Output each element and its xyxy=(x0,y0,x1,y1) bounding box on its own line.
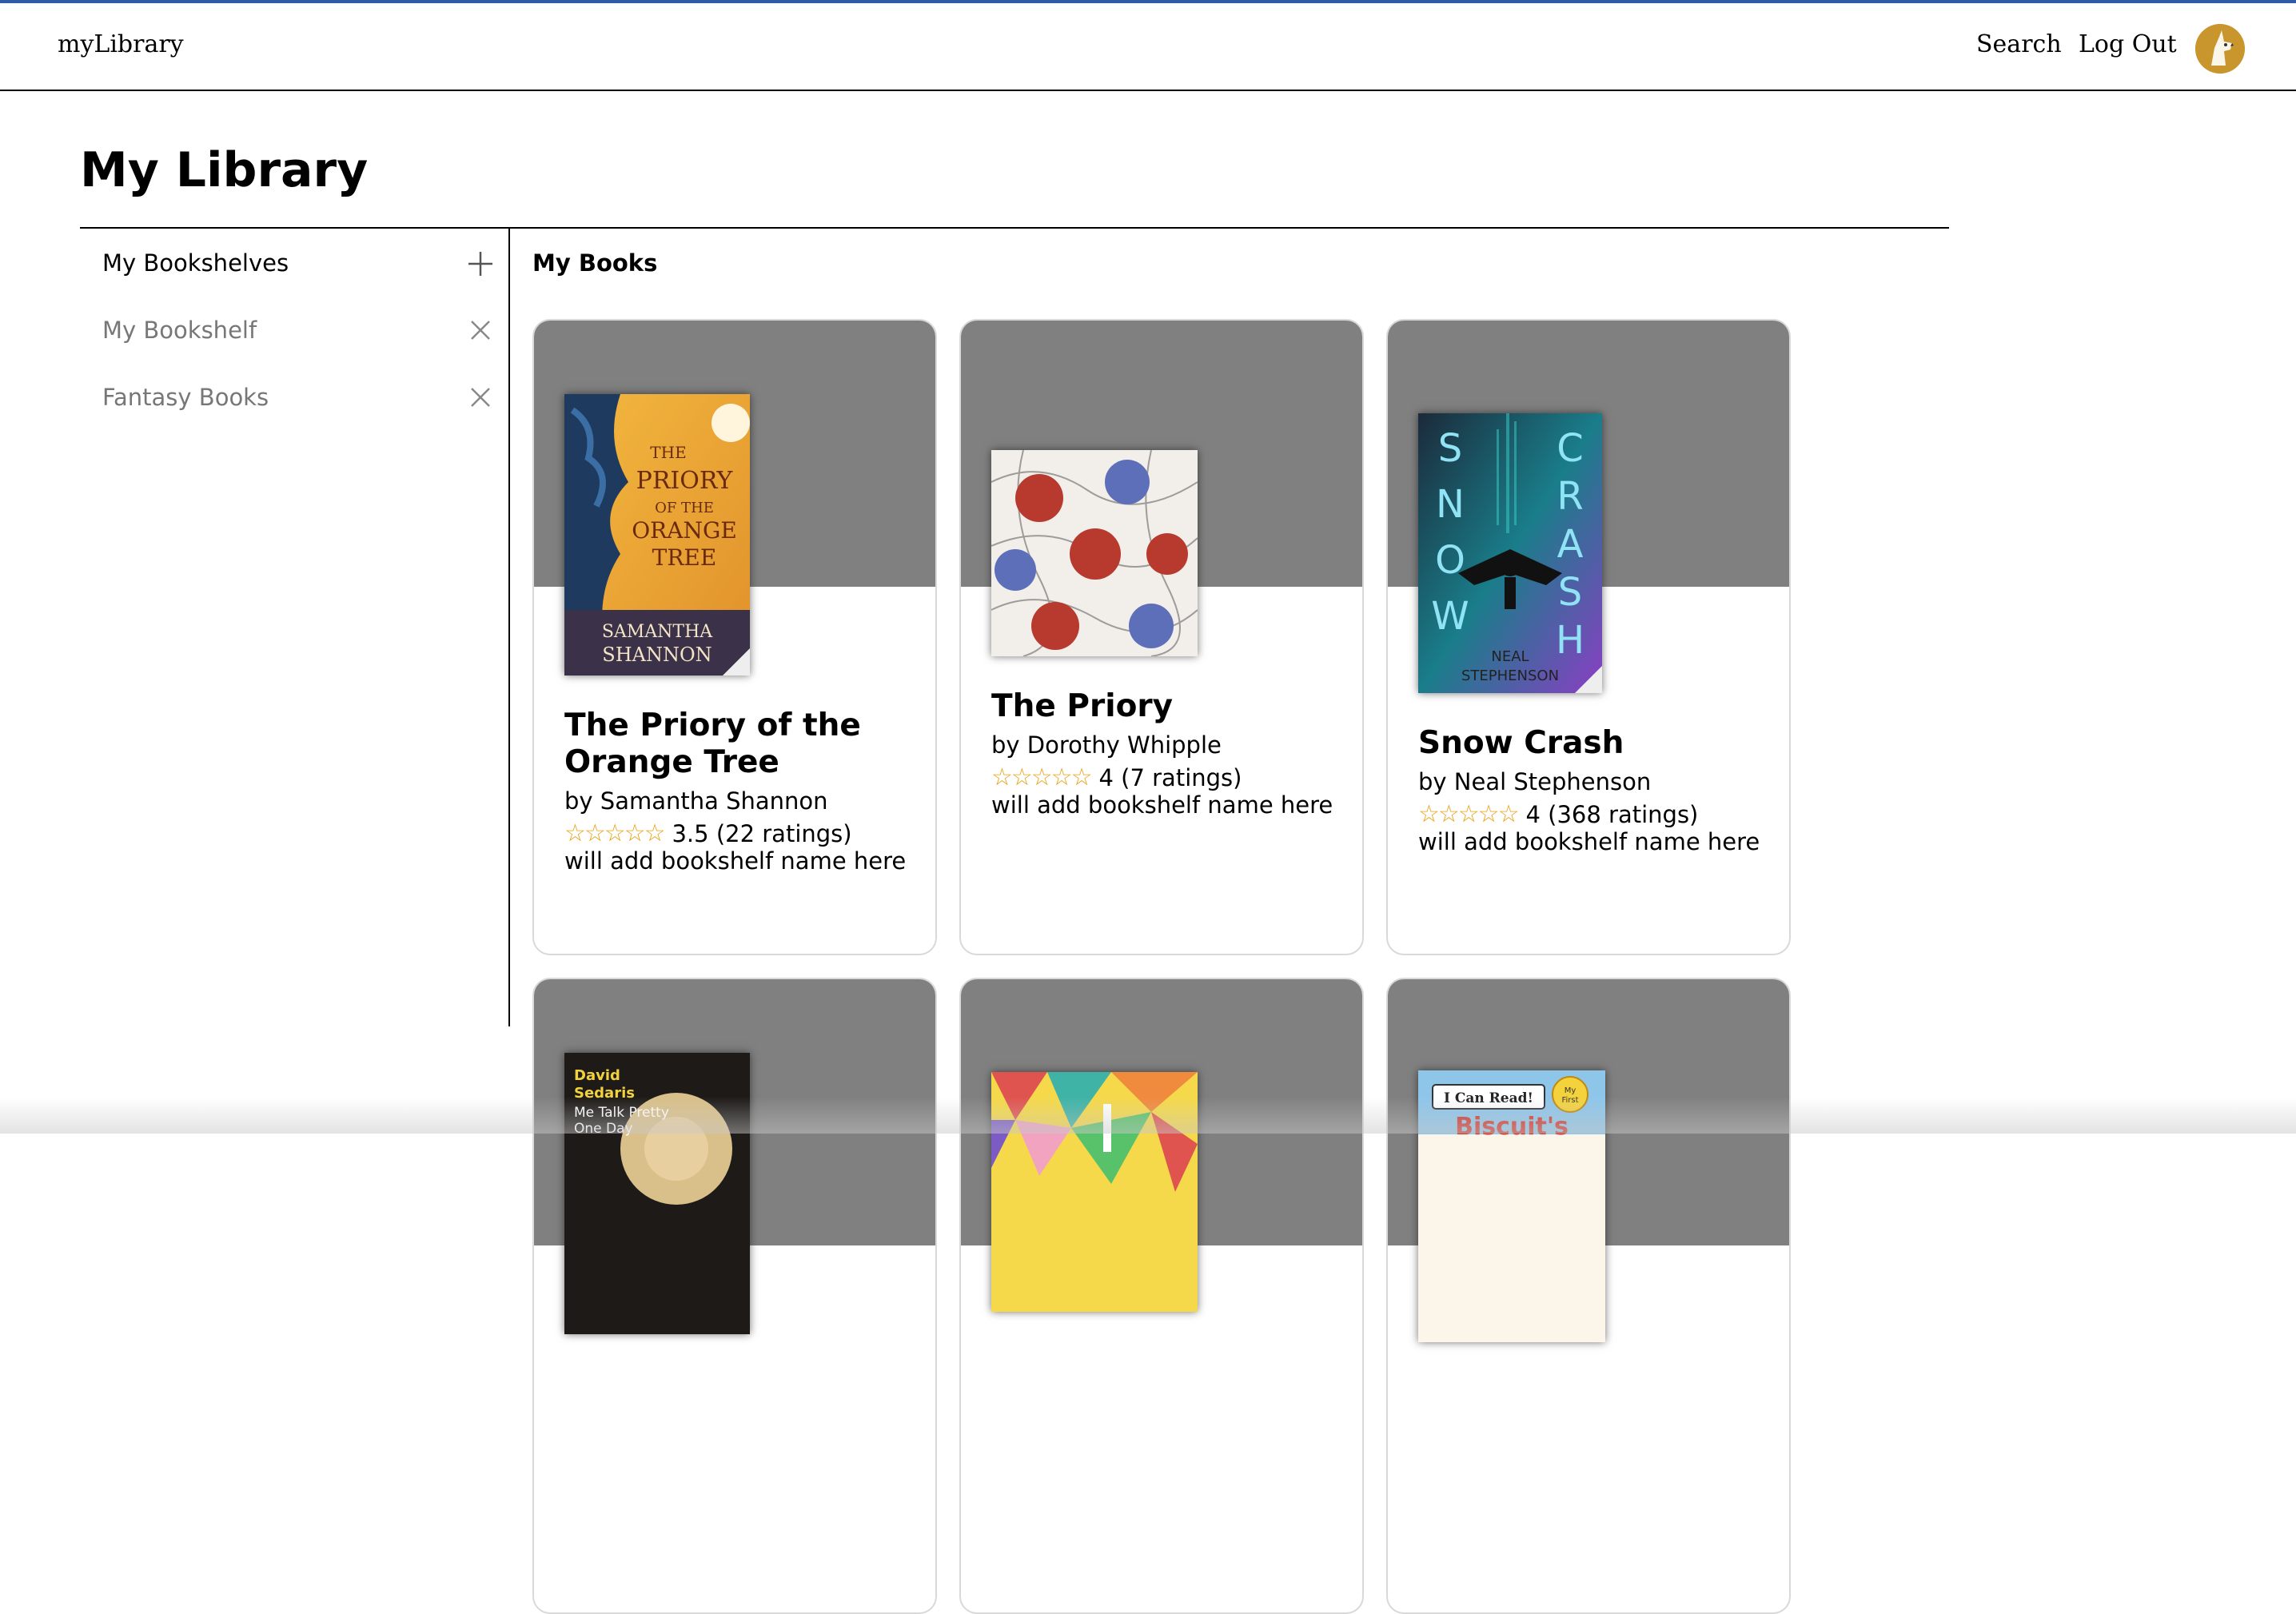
svg-text:C: C xyxy=(1557,426,1584,471)
star-rating-icon[interactable]: ☆☆☆☆☆ xyxy=(1418,800,1519,828)
bookshelf-name: will add bookshelf name here xyxy=(1418,828,1760,855)
book-cover: S N O W C R A S H NEAL STEPHENSON xyxy=(1418,413,1602,693)
book-card[interactable]: THE PRIORY OF THE ORANGE TREE SAMANTHA S… xyxy=(532,319,937,955)
svg-text:S: S xyxy=(1558,570,1582,615)
rating-text: 4 (7 ratings) xyxy=(1098,763,1242,791)
svg-text:ORANGE: ORANGE xyxy=(632,517,737,544)
close-icon[interactable] xyxy=(470,320,491,341)
title-divider xyxy=(80,227,1949,229)
svg-text:TREE: TREE xyxy=(652,544,717,571)
svg-text:One Day: One Day xyxy=(574,1121,633,1137)
search-link[interactable]: Search xyxy=(1976,30,2062,58)
book-title[interactable]: The Priory of the Orange Tree xyxy=(564,707,919,781)
rating-text: 4 (368 ratings) xyxy=(1525,800,1699,828)
svg-text:SHANNON: SHANNON xyxy=(602,644,712,666)
sidebar-divider xyxy=(508,227,510,1026)
brand-logo[interactable]: myLibrary xyxy=(58,30,184,58)
book-author: by Dorothy Whipple xyxy=(991,731,1222,759)
svg-text:My: My xyxy=(1565,1086,1577,1095)
svg-text:W: W xyxy=(1431,594,1469,639)
svg-text:Sedaris: Sedaris xyxy=(574,1085,635,1102)
svg-text:STEPHENSON: STEPHENSON xyxy=(1461,668,1559,684)
book-card[interactable]: S N O W C R A S H NEAL STEPHENSON Snow C… xyxy=(1386,319,1791,955)
svg-text:S: S xyxy=(1438,426,1462,471)
book-card[interactable]: David Sedaris Me Talk Pretty One Day xyxy=(532,978,937,1614)
my-books-header: My Books xyxy=(532,249,658,277)
sidebar-item-my-bookshelf[interactable]: My Bookshelf xyxy=(102,317,257,344)
svg-text:THE: THE xyxy=(650,443,686,462)
book-cover: I Can Read! My First Biscuit's xyxy=(1418,1070,1605,1342)
plus-icon[interactable] xyxy=(467,250,494,277)
star-rating-icon[interactable]: ☆☆☆☆☆ xyxy=(564,819,665,847)
dog-avatar-icon[interactable] xyxy=(2195,24,2245,74)
svg-text:First: First xyxy=(1561,1096,1578,1105)
book-card[interactable]: The Priory by Dorothy Whipple ☆☆☆☆☆ 4 (7… xyxy=(959,319,1364,955)
svg-text:Biscuit's: Biscuit's xyxy=(1455,1113,1569,1141)
close-icon[interactable] xyxy=(470,387,491,408)
star-rating-icon[interactable]: ☆☆☆☆☆ xyxy=(991,763,1092,791)
book-card[interactable]: I Can Read! My First Biscuit's xyxy=(1386,978,1791,1614)
bookshelves-header: My Bookshelves xyxy=(102,249,289,277)
book-title[interactable]: Snow Crash xyxy=(1418,725,1773,762)
svg-text:Me Talk Pretty: Me Talk Pretty xyxy=(574,1105,669,1121)
svg-text:H: H xyxy=(1556,618,1584,663)
book-cover xyxy=(991,450,1198,656)
book-rating: ☆☆☆☆☆ 4 (368 ratings) xyxy=(1418,800,1773,828)
svg-text:O: O xyxy=(1435,538,1465,583)
book-cover: THE PRIORY OF THE ORANGE TREE SAMANTHA S… xyxy=(564,394,750,675)
bookshelf-name: will add bookshelf name here xyxy=(564,847,907,875)
book-info: Snow Crash by Neal Stephenson ☆☆☆☆☆ 4 (3… xyxy=(1418,725,1773,855)
page-title: My Library xyxy=(80,142,369,198)
navbar: myLibrary Search Log Out xyxy=(0,3,2296,91)
book-cover: David Sedaris Me Talk Pretty One Day xyxy=(564,1053,750,1334)
sidebar-item-fantasy-books[interactable]: Fantasy Books xyxy=(102,384,269,411)
book-card[interactable] xyxy=(959,978,1364,1614)
svg-text:I Can Read!: I Can Read! xyxy=(1444,1090,1533,1106)
book-author: by Neal Stephenson xyxy=(1418,768,1652,795)
svg-text:NEAL: NEAL xyxy=(1491,648,1529,665)
logout-link[interactable]: Log Out xyxy=(2079,30,2177,58)
svg-text:PRIORY: PRIORY xyxy=(636,467,734,495)
svg-text:R: R xyxy=(1557,474,1583,519)
book-title[interactable]: The Priory xyxy=(991,688,1346,725)
svg-text:OF THE: OF THE xyxy=(655,500,714,516)
svg-text:David: David xyxy=(574,1067,620,1084)
book-info: The Priory by Dorothy Whipple ☆☆☆☆☆ 4 (7… xyxy=(991,688,1346,819)
book-info: The Priory of the Orange Tree by Samanth… xyxy=(564,707,919,875)
book-cover xyxy=(991,1072,1198,1312)
book-author: by Samantha Shannon xyxy=(564,787,828,815)
bookshelf-name: will add bookshelf name here xyxy=(991,791,1333,819)
book-rating: ☆☆☆☆☆ 4 (7 ratings) xyxy=(991,763,1346,791)
book-rating: ☆☆☆☆☆ 3.5 (22 ratings) xyxy=(564,819,919,847)
svg-text:A: A xyxy=(1557,522,1584,567)
rating-text: 3.5 (22 ratings) xyxy=(672,819,852,847)
svg-text:SAMANTHA: SAMANTHA xyxy=(602,622,713,642)
svg-text:N: N xyxy=(1436,482,1465,527)
